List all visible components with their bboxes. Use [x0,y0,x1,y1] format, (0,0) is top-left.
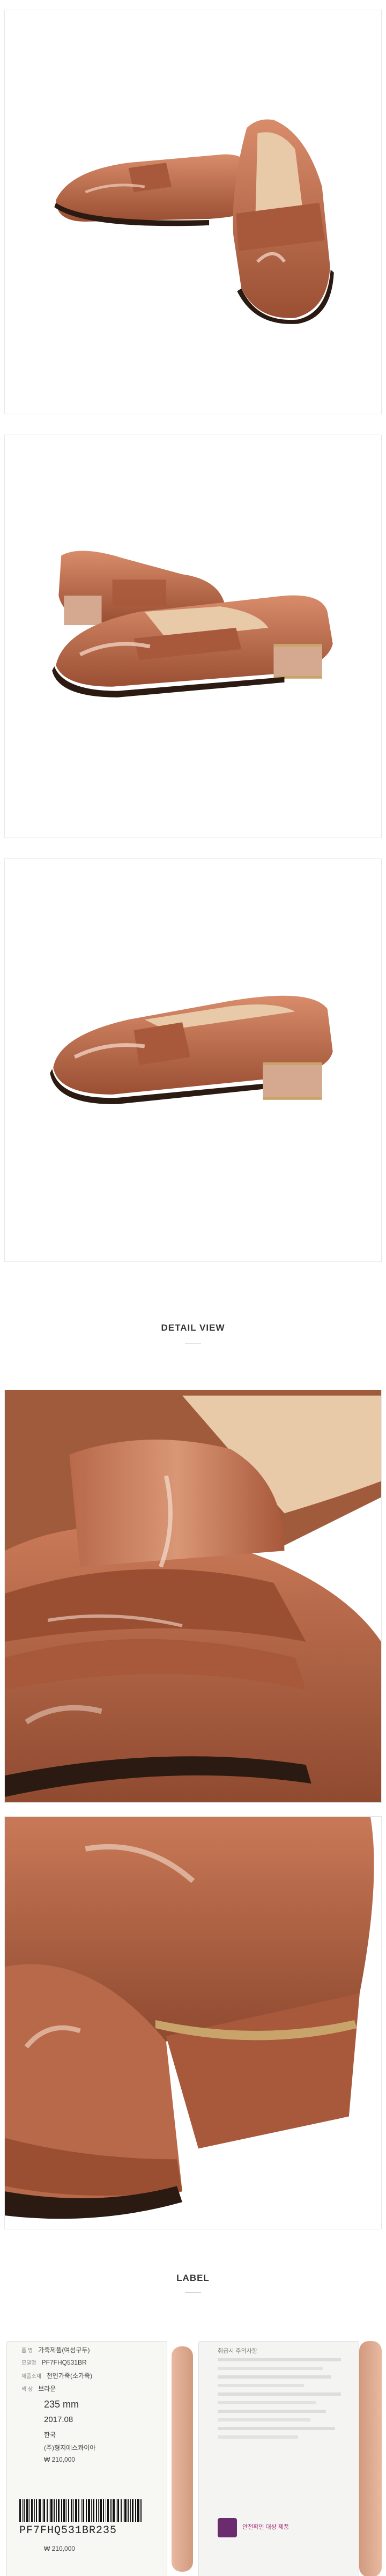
detail-view-divider [185,1343,201,1344]
barcode-number: PF7FHQ531BR235 [19,2524,117,2537]
price-tag-back: 취급시 주의사항 안전확인 대상 제품 [198,2341,359,2576]
tag-row: 색 상 브라운 [21,2385,56,2392]
detail-photo-heel [0,1816,386,2235]
product-photo-side-pair [0,0,386,424]
kc-text: 안전확인 대상 제품 [242,2524,290,2530]
shoe-illustration [50,995,333,1104]
shoe-closeup-illustration [5,1817,381,2229]
shoe-illustration [54,119,334,324]
product-photo-side-single [0,853,386,1272]
tag-date: 2017.08 [44,2415,73,2424]
barcode [19,2499,142,2522]
detail-view-title: DETAIL VIEW [161,1323,225,1333]
tag-row: 품 명 가죽제품(여성구두) [21,2346,90,2354]
label-divider [185,2292,201,2293]
product-photo-front-pair [0,429,386,848]
tag-size: 235 mm [44,2399,79,2410]
shoe-closeup-illustration [5,1390,381,1802]
hand-left [172,2346,193,2572]
tag-maker: (주)형지에스콰이아 [44,2444,96,2452]
detail-photo-vamp [0,1390,386,1808]
label-photo: 품 명 가죽제품(여성구두) 모델명 PF7FHQ531BR 제품소재 천연가죽(소가… [0,2341,386,2576]
tag-price-bottom: ₩ 210,000 [44,2545,76,2552]
hand-right [359,2341,382,2576]
price-tag-front: 품 명 가죽제품(여성구두) 모델명 PF7FHQ531BR 제품소재 천연가죽(소가… [6,2341,167,2576]
shoe-illustration [52,551,333,698]
tag-origin: 한국 [44,2431,56,2439]
tag-row: 모델명 PF7FHQ531BR [21,2359,87,2366]
tag-back-text-lines [218,2358,341,2444]
label-title: LABEL [176,2273,210,2283]
tag-price: ₩ 210,000 [44,2456,76,2463]
tag-back-heading: 취급시 주의사항 [218,2348,257,2354]
kc-mark-icon [218,2518,237,2537]
tag-row: 제품소재 천연가죽(소가죽) [21,2372,93,2380]
